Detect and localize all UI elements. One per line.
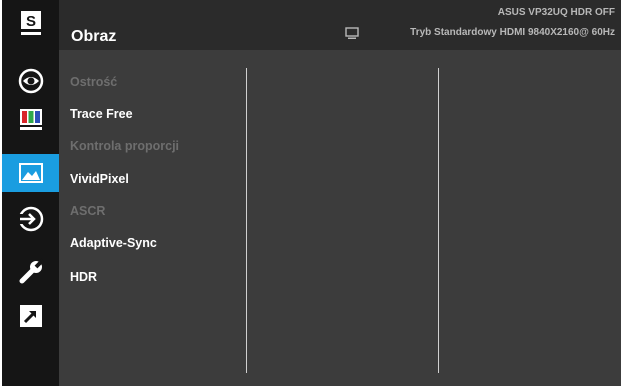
sidebar-item-input[interactable] (2, 200, 59, 238)
model-status-info: ASUS VP32UQ HDR OFF (497, 7, 615, 18)
color-bars-icon (19, 109, 42, 130)
column-divider-left (246, 68, 247, 373)
menu-item-hdr[interactable]: HDR (70, 270, 97, 284)
menu-item-aspect-control: Kontrola proporcji (70, 139, 180, 153)
shortcut-arrow-icon (19, 305, 42, 327)
menu-item-sharpness: Ostrość (70, 75, 118, 89)
menu-item-adaptive-sync[interactable]: Adaptive-Sync (70, 236, 157, 250)
monitor-icon (345, 27, 359, 39)
header-bar: Obraz ASUS VP32UQ HDR OFF Tryb Standardo… (59, 0, 621, 50)
menu-item-trace-free[interactable]: Trace Free (70, 107, 133, 121)
page-title: Obraz (71, 28, 117, 45)
image-icon (18, 163, 43, 183)
osd-window: S Obraz ASUS VP32UQ HDR OFF Tryb Standar… (2, 0, 621, 386)
splendid-s-icon: S (20, 11, 41, 35)
menu-item-vividpixel[interactable]: VividPixel (70, 172, 129, 186)
sidebar-item-shortcut[interactable] (2, 297, 59, 335)
sidebar-item-image[interactable] (2, 154, 59, 192)
sidebar: S (2, 0, 59, 386)
signal-status-info: Tryb Standardowy HDMI 9840X2160@ 60Hz (410, 27, 615, 38)
input-select-icon (16, 206, 43, 232)
sidebar-item-eye-care[interactable] (2, 62, 59, 100)
column-divider-right (438, 68, 439, 373)
sidebar-item-splendid[interactable]: S (2, 5, 59, 43)
menu-item-ascr: ASCR (70, 204, 106, 218)
sidebar-item-system-setup[interactable] (2, 253, 59, 291)
eye-care-icon (18, 68, 43, 94)
sidebar-item-color[interactable] (2, 100, 59, 138)
wrench-icon (19, 258, 44, 284)
splendid-s-letter: S (25, 13, 35, 30)
